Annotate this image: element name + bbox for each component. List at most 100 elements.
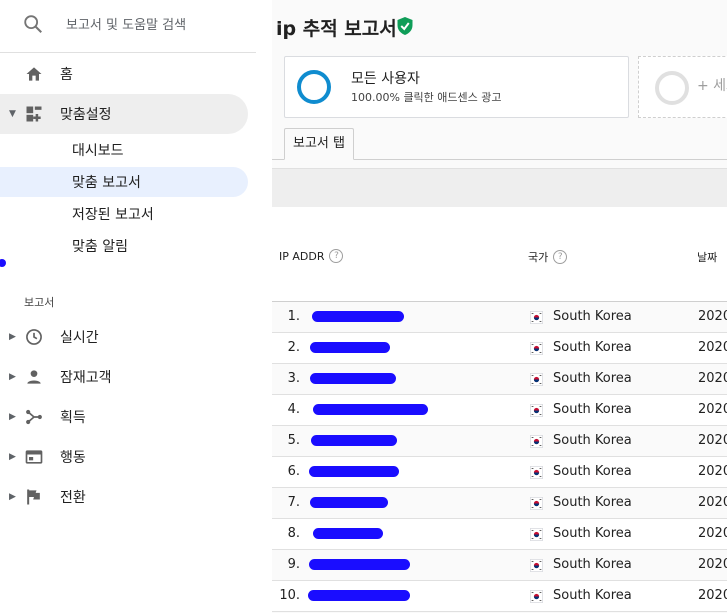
- date-value: 2020: [698, 495, 727, 510]
- row-number: 2.: [287, 340, 300, 355]
- sidebar-item-label: 잠재고객: [60, 370, 112, 386]
- date-value: 2020: [698, 340, 727, 355]
- sidebar-item-custom[interactable]: ▼ 맞춤설정: [0, 94, 248, 134]
- korea-flag-icon: [530, 590, 543, 603]
- sidebar-subitem-custom-alerts[interactable]: 맞춤 알림: [0, 231, 248, 261]
- segment-card-all-users[interactable]: 모든 사용자 100.00% 클릭한 애드센스 광고: [284, 56, 629, 118]
- table-row[interactable]: 8. South Korea 2020: [272, 519, 727, 550]
- caret-right-icon: ▶: [9, 452, 16, 462]
- table-row[interactable]: 4. South Korea 2020: [272, 395, 727, 426]
- sidebar-item-label: 맞춤설정: [60, 107, 112, 123]
- country-link[interactable]: South Korea: [553, 402, 632, 417]
- dashboard-icon: [26, 106, 42, 122]
- country-link[interactable]: South Korea: [553, 588, 632, 603]
- korea-flag-icon: [530, 404, 543, 417]
- country-link[interactable]: South Korea: [553, 557, 632, 572]
- redacted-ip: [311, 435, 397, 446]
- table-header: IP ADDR ? 국가 ? 날짜: [272, 207, 727, 302]
- country-link[interactable]: South Korea: [553, 495, 632, 510]
- add-segment-button[interactable]: + 세그먼트: [638, 56, 727, 118]
- sidebar-item-acquisition[interactable]: ▶ 획득: [0, 397, 248, 437]
- tab-report[interactable]: 보고서 탭: [284, 128, 354, 160]
- korea-flag-icon: [530, 497, 543, 510]
- home-icon: [26, 67, 42, 81]
- help-icon[interactable]: ?: [553, 250, 568, 264]
- redacted-ip: [310, 497, 388, 508]
- sidebar-item-home[interactable]: 홈: [0, 54, 248, 94]
- segment-name: 모든 사용자: [351, 71, 420, 87]
- date-value: 2020: [698, 402, 727, 417]
- table-row[interactable]: 5. South Korea 2020: [272, 426, 727, 457]
- table-row[interactable]: 3. South Korea 2020: [272, 364, 727, 395]
- person-icon: [27, 370, 41, 384]
- caret-down-icon: ▼: [9, 109, 16, 119]
- date-value: 2020: [698, 433, 727, 448]
- verified-shield-icon: [397, 17, 413, 35]
- sidebar-item-label: 행동: [60, 450, 86, 466]
- redacted-ip: [309, 559, 410, 570]
- table-row[interactable]: 10. South Korea 2020: [272, 581, 727, 612]
- table-row[interactable]: 9. South Korea 2020: [272, 550, 727, 581]
- sidebar-subitem-dashboard[interactable]: 대시보드: [0, 135, 248, 165]
- country-link[interactable]: South Korea: [553, 433, 632, 448]
- redacted-ip: [312, 311, 404, 322]
- sidebar-item-label: 획득: [60, 410, 86, 426]
- table-toolbar: [272, 168, 727, 208]
- sidebar-item-conversions[interactable]: ▶ 전환: [0, 477, 248, 517]
- table-row[interactable]: 2. South Korea 2020: [272, 333, 727, 364]
- caret-right-icon: ▶: [9, 372, 16, 382]
- sidebar-subitem-saved-reports[interactable]: 저장된 보고서: [0, 199, 248, 229]
- date-value: 2020: [698, 526, 727, 541]
- search-box[interactable]: 보고서 및 도움말 검색: [0, 0, 256, 53]
- search-icon: [24, 15, 42, 33]
- redacted-ip: [310, 342, 390, 353]
- korea-flag-icon: [530, 311, 543, 324]
- clock-icon: [26, 329, 42, 345]
- korea-flag-icon: [530, 435, 543, 448]
- table-row[interactable]: 1. South Korea 2020: [272, 302, 727, 333]
- column-header-label: 날짜: [697, 251, 718, 264]
- country-link[interactable]: South Korea: [553, 340, 632, 355]
- date-value: 2020: [698, 557, 727, 572]
- sidebar-subitem-custom-report[interactable]: 맞춤 보고서: [0, 167, 248, 197]
- korea-flag-icon: [530, 373, 543, 386]
- table-row[interactable]: 7. South Korea 2020: [272, 488, 727, 519]
- column-header-date[interactable]: 날짜: [697, 249, 717, 265]
- segment-ring-icon: [297, 70, 331, 104]
- redacted-ip: [310, 373, 396, 384]
- add-segment-label: + 세그먼트: [697, 78, 727, 94]
- column-header-ip[interactable]: IP ADDR ?: [279, 249, 344, 263]
- search-placeholder: 보고서 및 도움말 검색: [66, 18, 187, 33]
- report-tab-bar: 보고서 탭: [272, 128, 727, 160]
- sidebar-subitem-label: 맞춤 보고서: [72, 175, 141, 191]
- segment-subtitle: 100.00% 클릭한 애드센스 광고: [351, 91, 502, 104]
- column-header-country[interactable]: 국가 ?: [528, 249, 568, 265]
- flag-icon: [27, 489, 40, 505]
- country-link[interactable]: South Korea: [553, 464, 632, 479]
- caret-right-icon: ▶: [9, 492, 16, 502]
- sidebar-item-audience[interactable]: ▶ 잠재고객: [0, 357, 248, 397]
- redacted-ip: [308, 590, 410, 601]
- korea-flag-icon: [530, 528, 543, 541]
- sidebar-item-label: 실시간: [60, 330, 99, 346]
- redacted-ip: [313, 528, 383, 539]
- help-icon[interactable]: ?: [329, 249, 344, 263]
- sidebar-item-realtime[interactable]: ▶ 실시간: [0, 317, 248, 357]
- row-number: 7.: [287, 495, 300, 510]
- table-body: 1. South Korea 2020 2. South Korea 2020 3. Sout…: [272, 302, 727, 612]
- row-number: 6.: [287, 464, 300, 479]
- korea-flag-icon: [530, 466, 543, 479]
- row-number: 3.: [287, 371, 300, 386]
- country-link[interactable]: South Korea: [553, 371, 632, 386]
- section-label-reports: 보고서: [24, 296, 55, 309]
- country-link[interactable]: South Korea: [553, 309, 632, 324]
- segment-placeholder-ring-icon: [655, 71, 689, 105]
- report-main: ip 추적 보고서 모든 사용자 100.00% 클릭한 애드센스 광고 + 세…: [272, 0, 727, 613]
- column-header-label: IP ADDR: [279, 249, 325, 263]
- row-number: 9.: [287, 557, 300, 572]
- row-number: 8.: [287, 526, 300, 541]
- redacted-ip: [309, 466, 399, 477]
- country-link[interactable]: South Korea: [553, 526, 632, 541]
- table-row[interactable]: 6. South Korea 2020: [272, 457, 727, 488]
- sidebar-item-behavior[interactable]: ▶ 행동: [0, 437, 248, 477]
